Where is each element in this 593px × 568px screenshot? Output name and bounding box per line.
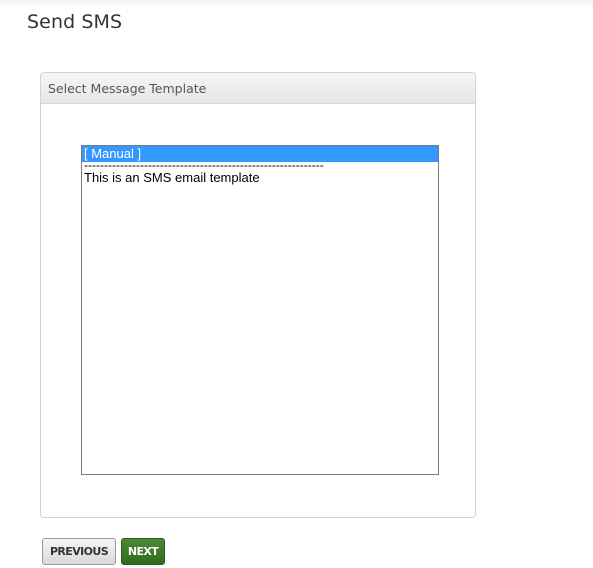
top-strip bbox=[0, 0, 593, 8]
panel-header: Select Message Template bbox=[41, 73, 475, 104]
template-listbox[interactable]: [ Manual ] -----------------------------… bbox=[81, 145, 439, 475]
list-option-manual[interactable]: [ Manual ] bbox=[82, 146, 438, 162]
list-option-sms-template[interactable]: This is an SMS email template bbox=[82, 170, 438, 186]
next-button[interactable]: NEXT bbox=[121, 538, 165, 565]
previous-button[interactable]: PREVIOUS bbox=[42, 538, 116, 565]
list-option-separator[interactable]: ----------------------------------------… bbox=[82, 162, 438, 170]
send-sms-page: Send SMS Select Message Template [ Manua… bbox=[0, 0, 593, 568]
page-title: Send SMS bbox=[27, 11, 123, 33]
select-template-panel: Select Message Template [ Manual ] -----… bbox=[40, 72, 476, 518]
panel-title: Select Message Template bbox=[48, 81, 207, 96]
